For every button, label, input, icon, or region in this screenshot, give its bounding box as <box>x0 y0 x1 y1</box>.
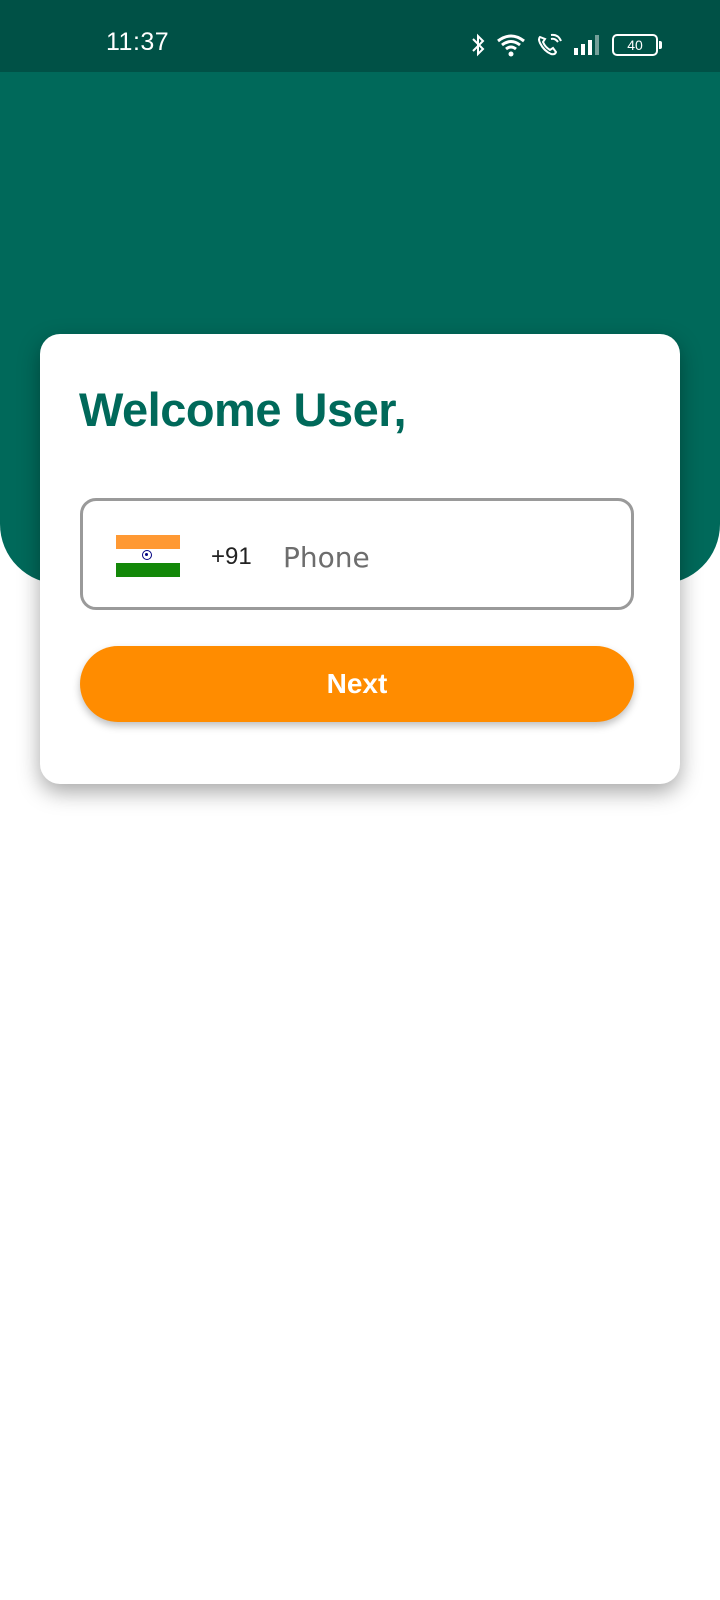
phone-input[interactable] <box>281 531 585 583</box>
wifi-icon <box>496 33 526 57</box>
india-flag-icon[interactable] <box>116 535 180 577</box>
ashoka-chakra-icon <box>142 550 152 560</box>
status-icons: 40 <box>470 30 662 60</box>
next-button[interactable]: Next <box>80 646 634 722</box>
country-dial-code[interactable]: +91 <box>211 543 252 571</box>
signal-icon <box>572 34 602 56</box>
battery-level: 40 <box>627 37 643 53</box>
battery-icon: 40 <box>612 34 662 56</box>
wifi-calling-icon <box>536 33 562 57</box>
phone-field: +91 <box>80 498 634 610</box>
status-bar: 11:37 40 <box>0 0 720 72</box>
login-card: Welcome User, +91 Next <box>40 334 680 784</box>
status-time: 11:37 <box>106 28 170 56</box>
bluetooth-icon <box>470 32 486 58</box>
welcome-title: Welcome User, <box>79 383 407 436</box>
